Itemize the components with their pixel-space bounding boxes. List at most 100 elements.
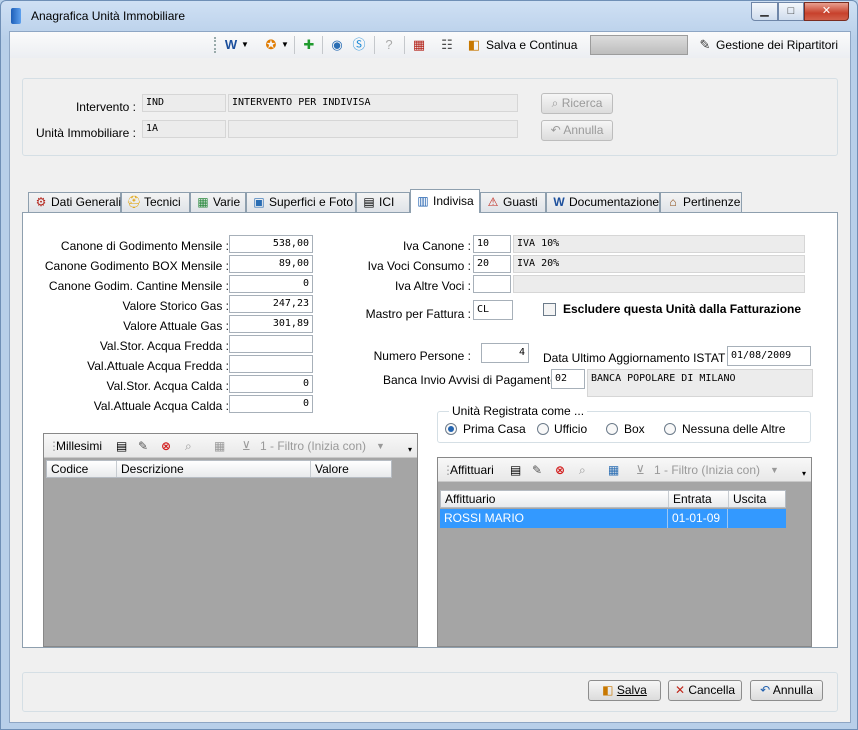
row-uscita <box>728 509 784 528</box>
ripartitori-button[interactable]: Gestione dei Ripartitori <box>716 38 838 52</box>
save-continue-button[interactable]: Salva e Continua <box>486 38 577 52</box>
canone-cantine-field[interactable]: 0 <box>229 275 313 293</box>
table-row[interactable]: ROSSI MARIO 01-01-09 <box>440 509 786 528</box>
calendar-icon[interactable]: ▦ <box>410 36 428 54</box>
refresh-icon[interactable]: ✚ <box>300 36 318 54</box>
prima-casa-label: Prima Casa <box>463 422 526 436</box>
edit-icon[interactable]: ✎ <box>532 463 542 477</box>
search-icon[interactable]: ⌕ <box>579 463 586 478</box>
col-codice[interactable]: Codice <box>47 461 117 477</box>
iva-consumo-desc: IVA 20% <box>513 255 805 273</box>
delete-icon[interactable]: ⊗ <box>161 439 171 453</box>
storico-acqua-fredda-field[interactable] <box>229 335 313 353</box>
tab-label: Tecnici <box>144 195 181 209</box>
annulla-footer-label: Annulla <box>772 683 813 697</box>
overflow-icon[interactable]: ▾ <box>802 469 806 478</box>
salva-label: Salva <box>616 683 647 697</box>
attuale-gas-field[interactable]: 301,89 <box>229 315 313 333</box>
iva-consumo-code[interactable]: 20 <box>473 255 511 273</box>
tab-documentazione[interactable]: W Documentazione <box>546 192 660 212</box>
affittuari-filter-dropdown[interactable]: 1 - Filtro (Inizia con) <box>654 463 760 477</box>
tab-indivisa[interactable]: ▥ Indivisa <box>410 189 480 213</box>
col-entrata[interactable]: Entrata <box>669 491 729 507</box>
users-icon[interactable]: ☷ <box>438 36 456 54</box>
tab-varie[interactable]: ▦ Varie <box>190 192 246 212</box>
radio-nessuna[interactable] <box>664 423 676 435</box>
istat-date-field[interactable]: 01/08/2009 <box>727 346 811 366</box>
window-title: Anagrafica Unità Immobiliare <box>31 9 186 23</box>
skype-icon[interactable]: Ⓢ <box>350 36 368 54</box>
tab-tecnici[interactable]: ⛑ Tecnici <box>121 192 190 212</box>
lifebuoy-icon[interactable]: ✪ <box>262 36 280 54</box>
search-icon[interactable]: ⌕ <box>185 439 192 454</box>
grid-icon: ▤ <box>363 195 375 209</box>
banca-code-field[interactable]: 02 <box>551 369 585 389</box>
tab-dati-generali[interactable]: ⚙ Dati Generali <box>28 192 121 212</box>
tab-label: Pertinenze <box>683 195 741 209</box>
filter-icon[interactable]: ⊻ <box>636 463 645 477</box>
canone-godimento-field[interactable]: 538,00 <box>229 235 313 253</box>
new-icon[interactable]: ▤ <box>116 439 127 453</box>
escludere-checkbox[interactable] <box>543 303 556 316</box>
main-toolbar: W ▼ ✪ ▼ ✚ ◉ Ⓢ ? ▦ ☷ ◧ Salva e Continua ✎… <box>10 32 850 58</box>
col-descrizione[interactable]: Descrizione <box>117 461 311 477</box>
iva-canone-code[interactable]: 10 <box>473 235 511 253</box>
radio-prima-casa[interactable] <box>445 423 457 435</box>
intervento-code-field[interactable]: IND <box>142 94 226 112</box>
nessuna-label: Nessuna delle Altre <box>682 422 786 436</box>
tab-superfici-foto[interactable]: ▣ Superfici e Foto <box>246 192 356 212</box>
chevron-down-icon[interactable]: ▼ <box>280 36 290 54</box>
col-valore[interactable]: Valore <box>311 461 391 477</box>
iva-altre-code[interactable] <box>473 275 511 293</box>
header-group <box>22 78 838 156</box>
ricerca-button[interactable]: ⌕ Ricerca <box>541 93 613 114</box>
unita-code-field[interactable]: 1A <box>142 120 226 138</box>
attuale-acqua-calda-field[interactable]: 0 <box>229 395 313 413</box>
col-uscita[interactable]: Uscita <box>729 491 785 507</box>
radio-box[interactable] <box>606 423 618 435</box>
helmet-icon: ⛑ <box>126 195 142 209</box>
mastro-field[interactable]: CL <box>473 300 513 320</box>
annulla-footer-button[interactable]: ↶ Annulla <box>750 680 823 701</box>
millesimi-filter-dropdown[interactable]: 1 - Filtro (Inizia con) <box>260 439 366 453</box>
chevron-down-icon[interactable]: ▼ <box>376 441 385 451</box>
storico-acqua-calda-field[interactable]: 0 <box>229 375 313 393</box>
table-icon[interactable]: ▦ <box>608 463 619 477</box>
storico-gas-field[interactable]: 247,23 <box>229 295 313 313</box>
annulla-header-button[interactable]: ↶ Annulla <box>541 120 613 141</box>
filter-icon[interactable]: ⊻ <box>242 439 251 453</box>
canone-box-field[interactable]: 89,00 <box>229 255 313 273</box>
close-button[interactable]: ✕ <box>804 2 849 21</box>
new-icon[interactable]: ▤ <box>510 463 521 477</box>
toolbar-blank-button[interactable] <box>590 35 688 55</box>
client-area: W ▼ ✪ ▼ ✚ ◉ Ⓢ ? ▦ ☷ ◧ Salva e Continua ✎… <box>9 31 851 723</box>
affittuari-title: Affittuari <box>450 463 494 477</box>
globe-icon[interactable]: ◉ <box>328 36 346 54</box>
unita-registrata-title: Unità Registrata come ... <box>449 404 588 418</box>
numero-persone-field[interactable]: 4 <box>481 343 529 363</box>
help-icon[interactable]: ? <box>380 36 398 54</box>
edit-icon[interactable]: ✎ <box>138 439 148 453</box>
save-continue-icon[interactable]: ◧ <box>465 36 483 54</box>
tab-ici[interactable]: ▤ ICI <box>356 192 410 212</box>
undo-icon: ↶ <box>760 683 773 697</box>
minimize-button[interactable]: ▁ <box>751 2 778 21</box>
storico-acqua-fredda-label: Val.Stor. Acqua Fredda : <box>99 339 229 353</box>
chevron-down-icon[interactable]: ▼ <box>770 465 779 475</box>
maximize-button[interactable]: □ <box>778 2 804 21</box>
col-affittuario[interactable]: Affittuario <box>441 491 669 507</box>
ripartitori-icon[interactable]: ✎ <box>696 36 714 54</box>
chevron-down-icon[interactable]: ▼ <box>240 36 250 54</box>
cancella-button[interactable]: ✕ Cancella <box>668 680 742 701</box>
radio-ufficio[interactable] <box>537 423 549 435</box>
salva-button[interactable]: ◧ Salva <box>588 680 661 701</box>
table-icon[interactable]: ▦ <box>214 439 225 453</box>
attuale-acqua-fredda-field[interactable] <box>229 355 313 373</box>
delete-icon[interactable]: ⊗ <box>555 463 565 477</box>
attuale-gas-label: Valore Attuale Gas : <box>123 319 229 333</box>
tab-guasti[interactable]: ⚠ Guasti <box>480 192 546 212</box>
word-icon[interactable]: W <box>222 36 240 54</box>
tab-pertinenze[interactable]: ⌂ Pertinenze <box>660 192 742 212</box>
overflow-icon[interactable]: ▾ <box>408 445 412 454</box>
canone-godimento-label: Canone di Godimento Mensile : <box>60 239 229 253</box>
